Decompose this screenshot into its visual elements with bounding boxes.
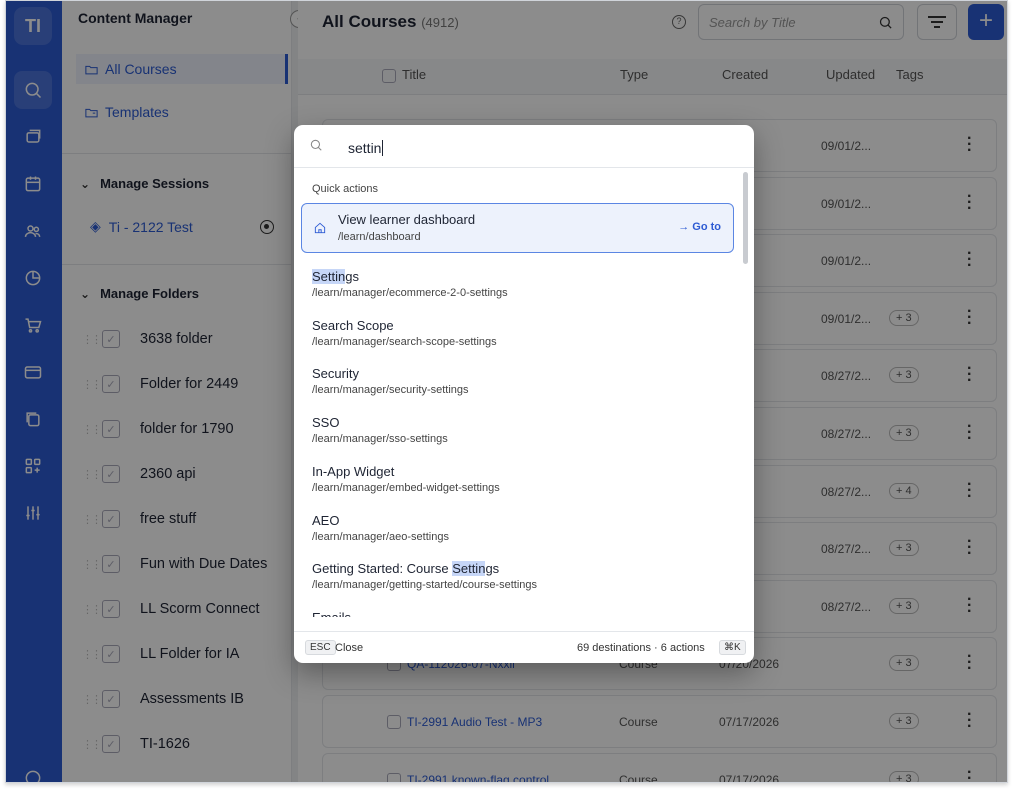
result-path: /learn/dashboard — [338, 231, 421, 243]
result-title: Search Scope — [312, 318, 732, 333]
palette-result[interactable]: In-App Widget/learn/manager/embed-widget… — [312, 464, 732, 494]
result-path: /learn/manager/aeo-settings — [312, 530, 449, 543]
result-path: /learn/manager/getting-started/course-se… — [312, 579, 538, 592]
result-path: /learn/manager/sso-settings — [312, 433, 448, 446]
result-title: Getting Started: Course Settings — [312, 561, 732, 577]
text-caret — [382, 140, 384, 156]
result-title: Settings — [312, 269, 732, 284]
palette-result[interactable]: Security/learn/manager/security-settings — [312, 366, 732, 396]
palette-result[interactable]: Emails — [312, 610, 732, 617]
search-icon — [310, 139, 322, 151]
results-scrollbar[interactable] — [743, 172, 748, 264]
result-path: /learn/manager/embed-widget-settings — [312, 481, 500, 494]
result-path: /learn/manager/ecommerce-2-0-settings — [312, 287, 508, 299]
result-title: SSO — [312, 415, 732, 430]
palette-result[interactable]: SSO/learn/manager/sso-settings — [312, 415, 732, 445]
palette-results: View learner dashboard /learn/dashboard … — [294, 197, 746, 617]
result-title: View learner dashboard — [338, 212, 476, 227]
result-title-pre: SSO — [312, 415, 340, 431]
palette-result[interactable]: AEO/learn/manager/aeo-settings — [312, 513, 732, 543]
palette-result[interactable]: Settings/learn/manager/ecommerce-2-0-set… — [312, 269, 732, 299]
shortcut-hint: ⌘K — [719, 640, 746, 655]
result-counts: 69 destinations · 6 actions — [577, 642, 705, 654]
go-to-label[interactable]: → Go to — [678, 221, 721, 233]
result-path: /learn/manager/search-scope-settings — [312, 335, 497, 348]
palette-result[interactable]: Search Scope/learn/manager/search-scope-… — [312, 318, 732, 348]
match-highlight: Settin — [452, 561, 486, 577]
palette-footer: ESC Close 69 destinations · 6 actions ⌘K — [294, 631, 754, 663]
palette-query-text: settin — [348, 140, 382, 156]
result-title: Security — [312, 366, 732, 381]
command-palette: settin Quick actions View learner dashbo… — [294, 125, 754, 663]
result-title-pre: Search Scope — [312, 317, 394, 333]
section-label: Quick actions — [312, 183, 379, 195]
result-title-pre: AEO — [312, 512, 340, 528]
result-title: AEO — [312, 513, 732, 528]
palette-result[interactable]: Getting Started: Course Settings/learn/m… — [312, 561, 732, 591]
home-icon — [314, 222, 326, 234]
result-view-learner-dashboard[interactable]: View learner dashboard /learn/dashboard … — [301, 203, 734, 253]
result-title-pre: In-App Widget — [312, 463, 395, 479]
match-highlight: Settin — [312, 269, 346, 284]
palette-search-input[interactable]: settin — [294, 125, 754, 168]
result-title-pre: Security — [312, 366, 359, 382]
result-title-post: gs — [485, 561, 500, 577]
close-button[interactable]: Close — [335, 642, 363, 654]
palette-query: settin — [348, 140, 384, 156]
esc-key-hint: ESC — [305, 640, 336, 655]
result-title-pre: Getting Started: Course — [312, 561, 453, 577]
result-path: /learn/manager/security-settings — [312, 384, 469, 397]
result-title: In-App Widget — [312, 464, 732, 479]
result-title-post: gs — [345, 269, 359, 284]
result-title-pre: Emails — [312, 610, 351, 617]
app-window: TI Content Manager All Courses Templates… — [5, 0, 1008, 783]
result-title: Emails — [312, 610, 732, 617]
